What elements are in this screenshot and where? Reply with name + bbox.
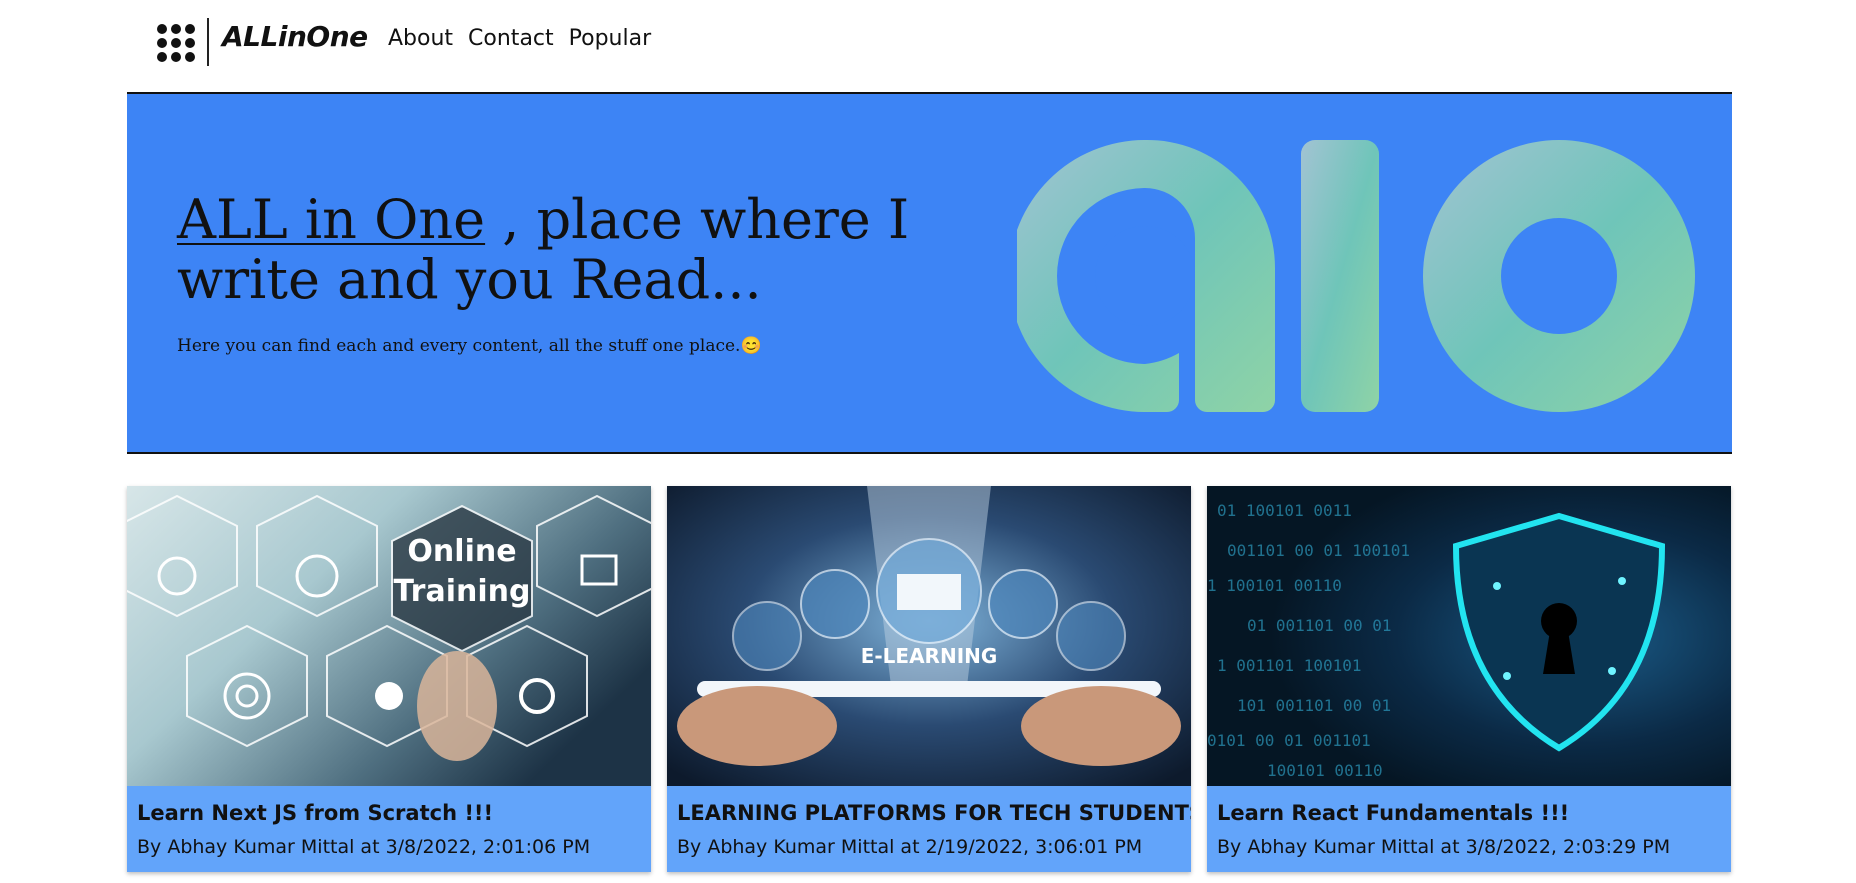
svg-text:001101 00 01 100101: 001101 00 01 100101 — [1227, 541, 1410, 560]
svg-text:01 001101 00 01: 01 001101 00 01 — [1247, 616, 1392, 635]
svg-text:01 100101 0011: 01 100101 0011 — [1217, 501, 1352, 520]
navbar: ALLinOne About Contact Popular — [0, 0, 1856, 82]
card-title[interactable]: Learn React Fundamentals !!! — [1217, 801, 1569, 825]
alo-logo-image — [1017, 139, 1695, 412]
hero-subtitle: Here you can find each and every content… — [177, 336, 762, 356]
card-meta: By Abhay Kumar Mittal at 3/8/2022, 2:03:… — [1217, 836, 1671, 858]
nav-link-about[interactable]: About — [388, 26, 453, 51]
card-title[interactable]: LEARNING PLATFORMS FOR TECH STUDENTS — [677, 801, 1191, 825]
svg-text:1 100101 00110: 1 100101 00110 — [1207, 576, 1342, 595]
logo-divider — [207, 18, 209, 66]
image-text-training: Training — [394, 574, 531, 609]
image-text-elearning: E-LEARNING — [861, 644, 998, 668]
image-text-online: Online — [407, 534, 516, 569]
cyber-security-image: 01 100101 0011 001101 00 01 100101 1 100… — [1207, 486, 1731, 786]
hero-title: ALL in One , place where I write and you… — [177, 190, 937, 310]
svg-text:1 001101 100101: 1 001101 100101 — [1217, 656, 1362, 675]
article-card-3[interactable]: 01 100101 0011 001101 00 01 100101 1 100… — [1207, 486, 1731, 872]
e-learning-image: E-LEARNING — [667, 486, 1191, 786]
svg-text:0101 00 01 001101: 0101 00 01 001101 — [1207, 731, 1371, 750]
card-meta: By Abhay Kumar Mittal at 3/8/2022, 2:01:… — [137, 836, 591, 858]
apps-grid-icon[interactable] — [157, 24, 195, 62]
hero-title-link[interactable]: ALL in One — [177, 188, 485, 251]
nav-link-popular[interactable]: Popular — [569, 26, 652, 51]
brand-logo[interactable]: ALLinOne — [222, 20, 368, 53]
hero-banner: ALL in One , place where I write and you… — [127, 92, 1732, 454]
nav-links: About Contact Popular — [388, 26, 651, 51]
article-card-1[interactable]: Online Training Learn Next JS from Scrat… — [127, 486, 651, 872]
svg-text:101 001101 00 01: 101 001101 00 01 — [1237, 696, 1391, 715]
card-meta: By Abhay Kumar Mittal at 2/19/2022, 3:06… — [677, 836, 1143, 858]
article-card-2[interactable]: E-LEARNING LEARNING PLATFORMS FOR TECH S… — [667, 486, 1191, 872]
card-title[interactable]: Learn Next JS from Scratch !!! — [137, 801, 493, 825]
online-training-image: Online Training — [127, 486, 651, 786]
svg-text:100101 00110: 100101 00110 — [1267, 761, 1383, 780]
nav-link-contact[interactable]: Contact — [468, 26, 554, 51]
